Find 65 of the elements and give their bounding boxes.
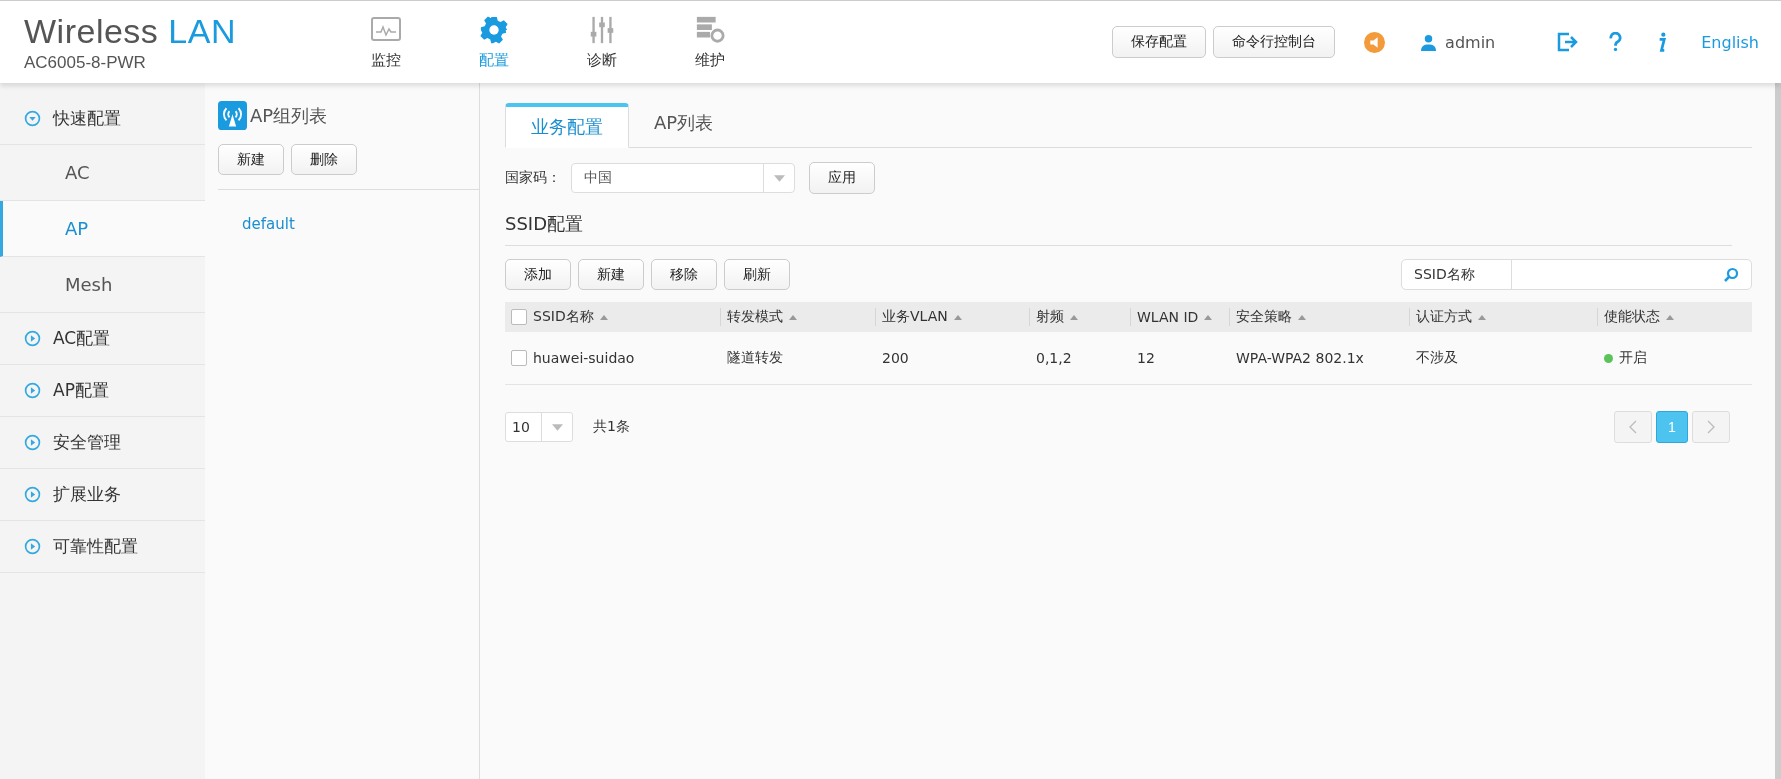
sort-icon: [1666, 314, 1674, 320]
select-all-checkbox[interactable]: [511, 309, 527, 325]
caret-icon: [773, 174, 785, 182]
panel-button[interactable]: 删除: [291, 144, 357, 175]
page-size-select[interactable]: 10: [505, 412, 573, 442]
gear-icon: [478, 14, 510, 45]
chevron-left-icon: [1629, 420, 1637, 434]
row-checkbox[interactable]: [511, 350, 527, 366]
logout-icon[interactable]: [1557, 32, 1580, 52]
search-icon: [1723, 266, 1739, 283]
table-cell: 200: [882, 350, 909, 366]
nav-tab[interactable]: 诊断: [571, 14, 633, 70]
panel-button[interactable]: 新建: [218, 144, 284, 175]
column-header[interactable]: 安全策略: [1236, 308, 1292, 326]
ap-group-item[interactable]: default: [242, 215, 479, 233]
column-header[interactable]: 认证方式: [1416, 308, 1472, 326]
caret-icon: [551, 423, 563, 431]
previous-page-button[interactable]: [1614, 411, 1652, 443]
table-cell: huawei-suidao: [533, 350, 635, 366]
help-icon[interactable]: [1609, 32, 1623, 52]
table-cell: 0,1,2: [1036, 350, 1072, 366]
toolbar-button[interactable]: 移除: [651, 259, 717, 290]
column-header[interactable]: 使能状态: [1604, 308, 1660, 326]
header-button[interactable]: 命令行控制台: [1213, 26, 1336, 58]
column-header[interactable]: 业务VLAN: [882, 308, 948, 326]
sort-icon: [1478, 314, 1486, 320]
column-header[interactable]: 射频: [1036, 308, 1064, 326]
server-gear-icon: [694, 14, 726, 45]
table-cell: 12: [1137, 350, 1155, 366]
tab[interactable]: AP列表: [629, 103, 739, 143]
toolbar-button[interactable]: 新建: [578, 259, 644, 290]
toolbar-button[interactable]: 刷新: [724, 259, 790, 290]
tab[interactable]: 业务配置: [505, 103, 629, 148]
speaker-icon[interactable]: [1364, 31, 1386, 53]
app-title: Wireless LAN: [24, 11, 237, 51]
antenna-icon: [218, 101, 247, 130]
column-header[interactable]: 转发模式: [727, 308, 783, 326]
country-select[interactable]: 中国: [571, 163, 795, 193]
table-cell: WPA-WPA2 802.1x: [1236, 350, 1364, 366]
nav-tab[interactable]: 维护: [679, 14, 741, 70]
sort-icon: [789, 314, 797, 320]
nav-tab[interactable]: 监控: [355, 14, 417, 70]
device-model: AC6005-8-PWR: [24, 52, 147, 73]
chevron-right-icon: [1707, 420, 1715, 434]
toolbar-button[interactable]: 添加: [505, 259, 571, 290]
sort-icon: [953, 314, 962, 320]
status-text: 开启: [1619, 349, 1647, 367]
sort-icon: [1204, 314, 1213, 320]
search-field[interactable]: SSID名称: [1401, 259, 1752, 290]
table-cell: 不涉及: [1416, 349, 1458, 367]
sort-icon: [1298, 314, 1306, 320]
apply-button[interactable]: 应用: [809, 162, 875, 194]
column-header[interactable]: WLAN ID: [1137, 309, 1199, 325]
section-title: SSID配置: [505, 212, 1732, 246]
country-label: 国家码：: [505, 169, 562, 187]
column-header[interactable]: SSID名称: [533, 308, 594, 326]
user-name: admin: [1445, 32, 1496, 52]
sort-icon: [599, 314, 608, 320]
header-button[interactable]: 保存配置: [1112, 26, 1207, 58]
table-cell: 隧道转发: [727, 349, 783, 367]
total-count: 共1条: [593, 418, 630, 436]
next-page-button[interactable]: [1692, 411, 1730, 443]
user-icon: [1421, 33, 1437, 51]
panel-title: AP组列表: [250, 103, 328, 128]
sort-icon: [1070, 314, 1078, 320]
